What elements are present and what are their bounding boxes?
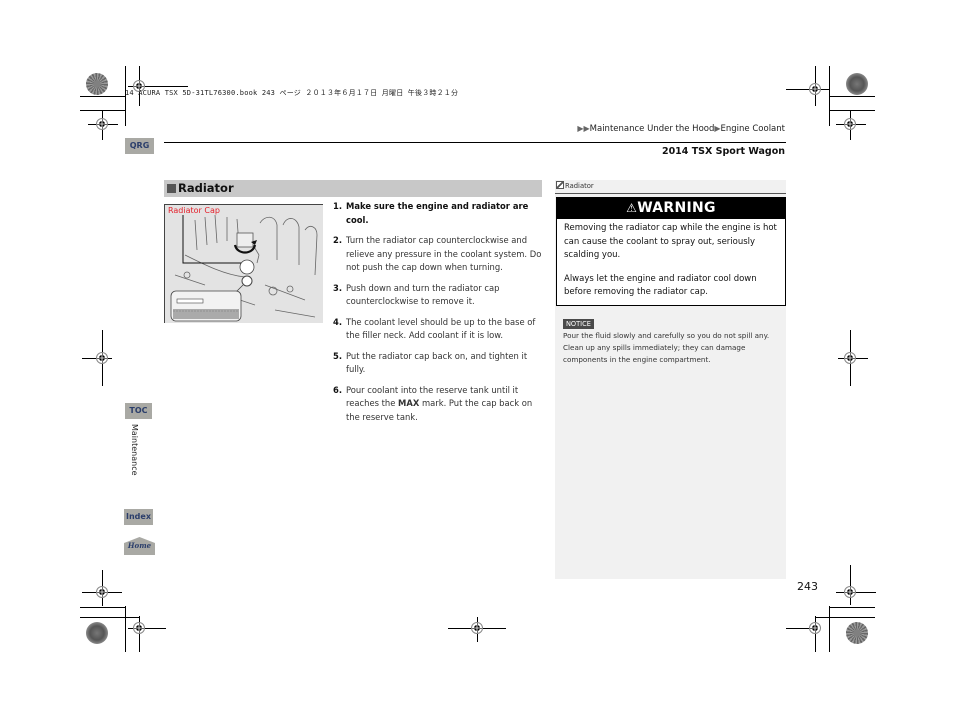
header-divider [164,142,786,143]
section-label: Maintenance [130,424,139,476]
step-text: Make sure the engine and radiator are co… [346,201,529,225]
step-number: 5. [333,350,343,361]
warning-triangle-icon: ⚠ [626,201,638,215]
step-text: Push down and turn the radiator cap coun… [346,282,500,307]
step-text: Put the radiator cap back on, and tighte… [346,350,528,375]
registration-mark-icon [133,622,145,634]
step-text: The coolant level should be up to the ba… [346,316,536,341]
registration-mark-icon [809,622,821,634]
sidebar-reference-label: Radiator [565,182,594,190]
breadcrumb-link-maintenance[interactable]: Maintenance Under the Hood [590,124,715,134]
color-disc-icon [846,622,868,644]
registration-mark-icon [96,118,108,130]
max-mark-label: MAX [398,398,420,408]
reference-icon [556,181,564,189]
engine-bay-drawing-icon [170,214,318,322]
sidebar-notes: Radiator ⚠WARNING Removing the radiator … [555,180,786,579]
section-title: Radiator [178,181,234,195]
color-disc-icon [86,622,108,644]
step-item: 3. Push down and turn the radiator cap c… [333,282,545,309]
section-header: Radiator [164,180,542,197]
sidebar-divider [555,193,786,194]
step-item: 2. Turn the radiator cap counterclockwis… [333,234,545,275]
warning-paragraph: Removing the radiator cap while the engi… [564,223,777,260]
warning-paragraph: Always let the engine and radiator cool … [564,273,757,298]
toc-tab[interactable]: TOC [125,403,152,419]
print-header: 14 ACURA TSX 5D-31TL76300.book 243 ページ ２… [125,89,459,97]
square-bullet-icon [167,184,176,193]
step-number: 3. [333,282,343,293]
step-item: 1. Make sure the engine and radiator are… [333,200,545,227]
page-number: 243 [797,580,818,593]
registration-mark-icon [844,118,856,130]
registration-mark-icon [844,352,856,364]
sidebar-reference: Radiator [556,181,594,190]
step-number: 4. [333,316,343,327]
step-number: 6. [333,384,343,395]
warning-body: Removing the radiator cap while the engi… [557,219,785,313]
registration-mark-icon [96,352,108,364]
breadcrumb-link-engine-coolant[interactable]: Engine Coolant [721,124,785,134]
warning-header: ⚠WARNING [557,198,785,219]
breadcrumb: ▶▶Maintenance Under the Hood▶Engine Cool… [577,124,785,134]
registration-mark-icon [844,586,856,598]
home-tab[interactable]: Home [124,537,155,555]
notice-badge: NOTICE [563,319,594,329]
warning-box: ⚠WARNING Removing the radiator cap while… [556,197,786,306]
vehicle-title: 2014 TSX Sport Wagon [661,146,785,157]
home-label: Home [127,541,152,550]
qrg-tab[interactable]: QRG [125,138,154,154]
color-disc-icon [846,73,868,95]
registration-mark-icon [471,622,483,634]
radiator-cap-illustration: Radiator Cap [164,204,323,323]
double-triangle-icon: ▶▶ [577,124,590,133]
step-text: Pour coolant into the reserve tank until… [346,385,532,422]
step-text: Turn the radiator cap counterclockwise a… [346,235,542,272]
step-item: 6. Pour coolant into the reserve tank un… [333,384,545,425]
step-item: 4. The coolant level should be up to the… [333,316,545,343]
procedure-steps: 1. Make sure the engine and radiator are… [333,200,545,431]
registration-mark-icon [96,586,108,598]
step-number: 2. [333,235,343,245]
step-number: 1. [333,201,343,211]
color-disc-icon [86,73,108,95]
registration-mark-icon [809,83,821,95]
notice-text: Pour the fluid slowly and carefully so y… [563,331,770,364]
index-tab[interactable]: Index [124,509,153,525]
warning-title: WARNING [637,200,716,216]
step-item: 5. Put the radiator cap back on, and tig… [333,350,545,377]
